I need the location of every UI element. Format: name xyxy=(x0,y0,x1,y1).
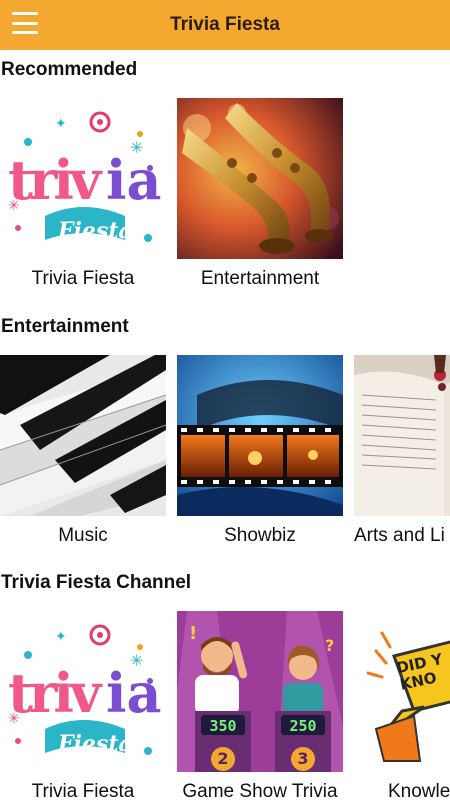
svg-text:Fiesta: Fiesta xyxy=(57,218,133,244)
game-show-illustration-thumbnail: ! ? 350 250 2 3 xyxy=(177,611,343,772)
svg-text:ia: ia xyxy=(106,661,162,725)
card-label: Showbiz xyxy=(224,525,296,546)
card-game-show-trivia[interactable]: ! ? 350 250 2 3 Game Show Trivia xyxy=(177,611,343,803)
svg-text:Fiesta: Fiesta xyxy=(57,731,133,757)
card-entertainment[interactable]: Entertainment xyxy=(177,98,343,290)
trivia-fiesta-logo-thumbnail: ✦ ✳ ✳ triv ia Fiesta xyxy=(0,611,166,772)
card-label: Trivia Fiesta xyxy=(31,268,135,289)
card-label: Arts and Li xyxy=(354,525,445,546)
card-showbiz[interactable]: Showbiz xyxy=(177,355,343,547)
app-bar: Trivia Fiesta xyxy=(0,0,450,50)
saxophone-photo-thumbnail xyxy=(177,98,343,259)
svg-text:✦: ✦ xyxy=(55,629,67,645)
did-you-know-illustration-thumbnail: DID Y KNO xyxy=(354,611,450,772)
score-right: 250 xyxy=(289,717,317,735)
svg-text:triv: triv xyxy=(8,148,103,212)
podium-number-left: 2 xyxy=(217,749,229,768)
svg-text:✦: ✦ xyxy=(55,116,67,132)
card-trivia-fiesta[interactable]: ✦ ✳ ✳ triv ia Fiesta Trivia Fiesta xyxy=(0,98,166,290)
card-label: Entertainment xyxy=(200,268,320,289)
section-title-recommended: Recommended xyxy=(1,59,138,80)
card-label: Music xyxy=(58,525,108,546)
card-music[interactable]: Music xyxy=(0,355,166,547)
score-left: 350 xyxy=(209,717,237,735)
film-strip-photo-thumbnail xyxy=(177,355,343,516)
app-title: Trivia Fiesta xyxy=(170,14,280,35)
card-knowledge[interactable]: DID Y KNO Knowle xyxy=(354,611,450,803)
svg-text:triv: triv xyxy=(8,661,103,725)
podium-number-right: 3 xyxy=(297,749,309,768)
svg-text:ia: ia xyxy=(106,148,162,212)
hamburger-menu-icon[interactable] xyxy=(12,12,38,34)
card-trivia-fiesta-channel[interactable]: ✦ ✳ ✳ triv ia Fiesta Trivia Fiesta xyxy=(0,611,166,803)
section-title-entertainment: Entertainment xyxy=(1,316,129,337)
trivia-fiesta-logo-thumbnail: ✦ ✳ ✳ triv ia Fiesta xyxy=(0,98,166,259)
svg-text:?: ? xyxy=(325,636,334,655)
open-book-photo-thumbnail xyxy=(354,355,450,516)
card-arts-and-life[interactable]: Arts and Li xyxy=(354,355,450,547)
piano-keys-photo-thumbnail xyxy=(0,355,166,516)
section-title-trivia-fiesta-channel: Trivia Fiesta Channel xyxy=(1,572,192,593)
svg-text:!: ! xyxy=(189,623,197,644)
